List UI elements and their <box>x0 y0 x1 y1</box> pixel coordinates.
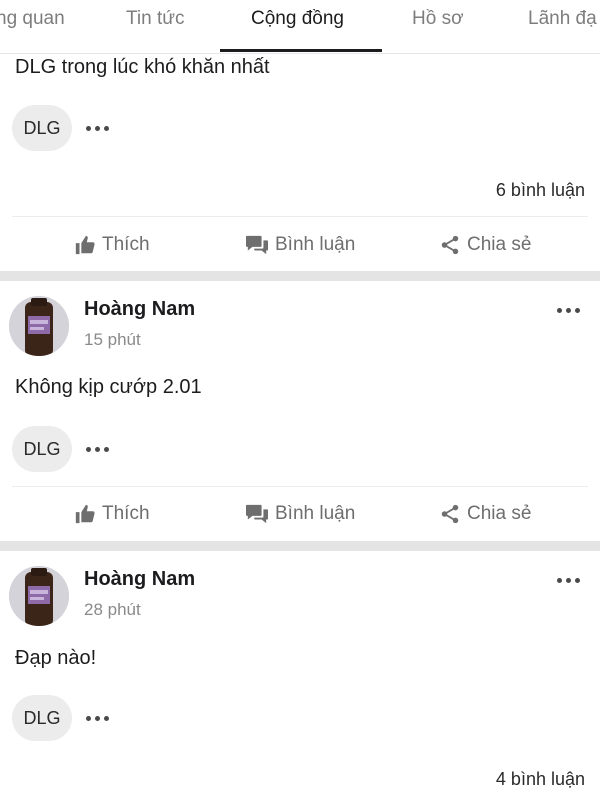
share-button[interactable]: Chia sẻ <box>439 230 531 260</box>
community-feed: ng quan Tin tức Cộng đồng Hồ sơ Lãnh đạ … <box>0 0 600 800</box>
tag-chip[interactable]: DLG <box>12 105 72 151</box>
comment-count[interactable]: 6 bình luận <box>496 180 585 201</box>
post-more-icon[interactable] <box>548 568 588 592</box>
share-label: Chia sẻ <box>467 503 532 524</box>
chat-bubbles-icon <box>245 234 269 256</box>
post-content: DLG trong lúc khó khăn nhất <box>15 56 270 78</box>
tag-chip[interactable]: DLG <box>12 695 72 741</box>
comment-label: Bình luận <box>275 503 356 524</box>
tab-news[interactable]: Tin tức <box>126 0 184 54</box>
top-tab-bar: ng quan Tin tức Cộng đồng Hồ sơ Lãnh đạ <box>0 0 600 54</box>
tab-community[interactable]: Cộng đồng <box>251 0 344 54</box>
share-icon <box>439 503 461 525</box>
author-name[interactable]: Hoàng Nam <box>84 568 195 591</box>
avatar[interactable] <box>9 566 69 626</box>
share-icon <box>439 234 461 256</box>
post-separator <box>0 271 600 281</box>
share-label: Chia sẻ <box>467 234 532 255</box>
post-more-icon[interactable] <box>548 298 588 322</box>
tab-overview[interactable]: ng quan <box>0 0 65 54</box>
thumbs-up-icon <box>74 503 96 525</box>
divider <box>12 216 588 217</box>
chip-more-icon[interactable] <box>82 439 112 459</box>
like-button[interactable]: Thích <box>74 499 150 529</box>
comment-button[interactable]: Bình luận <box>245 499 355 529</box>
tab-profile[interactable]: Hồ sơ <box>412 0 464 54</box>
like-button[interactable]: Thích <box>74 230 150 260</box>
share-button[interactable]: Chia sẻ <box>439 499 531 529</box>
active-tab-indicator <box>220 49 382 52</box>
author-name[interactable]: Hoàng Nam <box>84 298 195 321</box>
tab-leadership[interactable]: Lãnh đạ <box>528 0 597 54</box>
comment-count[interactable]: 4 bình luận <box>496 769 585 790</box>
like-label: Thích <box>102 234 150 255</box>
post-card: Hoàng Nam 28 phút Đạp nào! DLG 4 bình lu… <box>0 551 600 800</box>
post-content: Đạp nào! <box>15 647 97 669</box>
chip-more-icon[interactable] <box>82 118 112 138</box>
post-content: Không kịp cướp 2.01 <box>15 376 202 398</box>
post-time: 28 phút <box>84 600 141 619</box>
avatar[interactable] <box>9 296 69 356</box>
comment-button[interactable]: Bình luận <box>245 230 355 260</box>
comment-label: Bình luận <box>275 234 356 255</box>
divider <box>12 486 588 487</box>
like-label: Thích <box>102 503 150 524</box>
post-separator <box>0 541 600 551</box>
post-card: Hoàng Nam 15 phút Không kịp cướp 2.01 DL… <box>0 281 600 541</box>
thumbs-up-icon <box>74 234 96 256</box>
chat-bubbles-icon <box>245 503 269 525</box>
post-time: 15 phút <box>84 330 141 349</box>
chip-more-icon[interactable] <box>82 708 112 728</box>
tag-chip[interactable]: DLG <box>12 426 72 472</box>
